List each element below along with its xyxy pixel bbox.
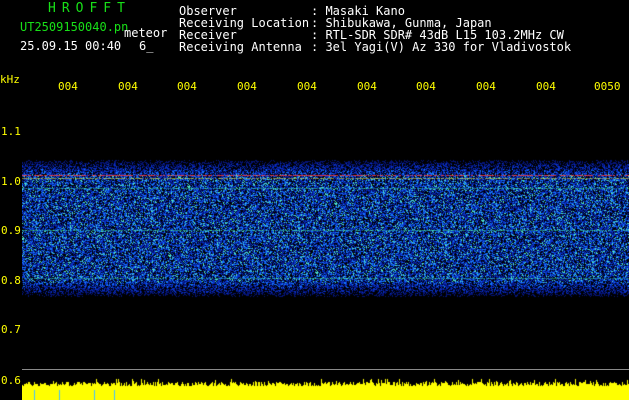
meteor-count: 6_ (139, 39, 154, 53)
time-label: 004 (416, 80, 436, 93)
signal-level-meter (22, 370, 629, 400)
datetime-label: 25.09.15 00:40 (20, 39, 122, 53)
filename-label: UT2509150040.pn (20, 20, 129, 34)
time-label: 004 (58, 80, 78, 93)
time-label: 004 (118, 80, 138, 93)
spectrogram (22, 158, 629, 298)
time-label: 0050 (594, 80, 621, 93)
freq-label: 1.0 (1, 175, 21, 188)
app-brand: HROFFT (48, 1, 131, 16)
freq-label: 0.9 (1, 224, 21, 237)
time-label: 004 (177, 80, 197, 93)
time-label: 004 (297, 80, 317, 93)
time-label: 004 (357, 80, 377, 93)
freq-label: 0.6 (1, 374, 21, 387)
time-label: 004 (536, 80, 556, 93)
freq-label: 0.8 (1, 274, 21, 287)
time-label: 004 (476, 80, 496, 93)
info-labels: Observer Receiving Location Receiver Rec… (179, 5, 309, 53)
info-label-antenna: Receiving Antenna (179, 40, 302, 54)
time-label: 004 (237, 80, 257, 93)
freq-label: 0.7 (1, 323, 21, 336)
freq-label: 1.1 (1, 125, 21, 138)
meteor-label: meteor (124, 26, 168, 40)
axis-unit: kHz (0, 73, 20, 86)
info-values: : Masaki Kano : Shibukawa, Gunma, Japan … (311, 5, 571, 53)
info-value-antenna: : 3el Yagi(V) Az 330 for Vladivostok (311, 40, 572, 54)
